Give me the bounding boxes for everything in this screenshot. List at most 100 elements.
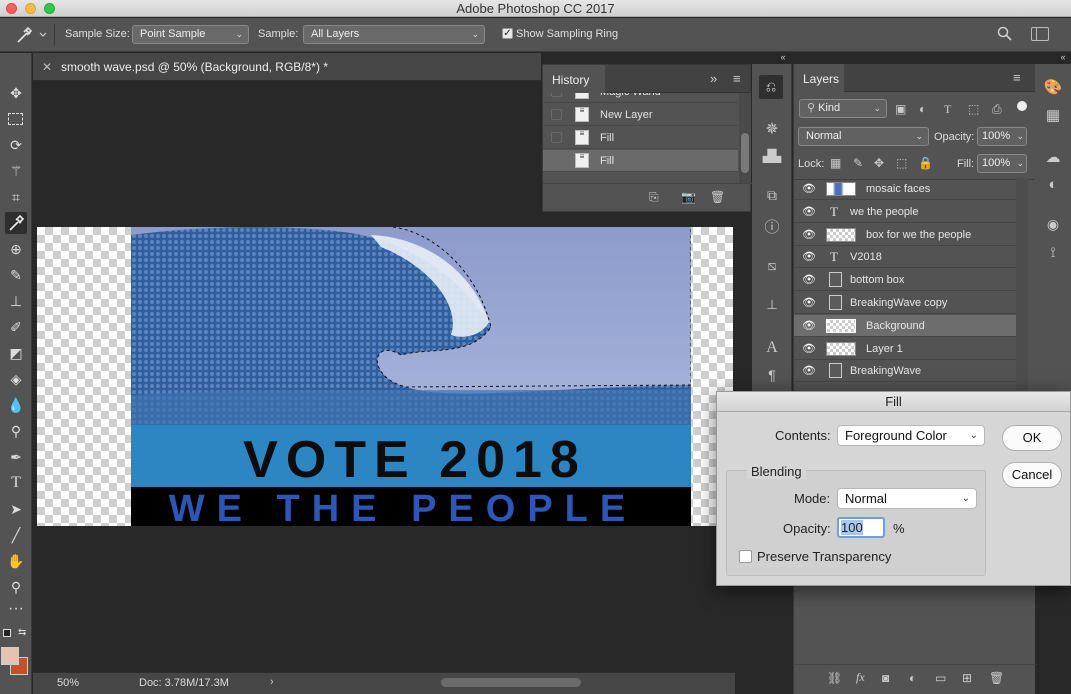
zoom-window-button[interactable] [44, 3, 55, 14]
swap-colors-icon[interactable]: ⇆ [18, 627, 26, 638]
crop-tool-icon[interactable]: ⌗ [5, 186, 27, 208]
visibility-eye-icon[interactable]: 👁 [802, 183, 816, 195]
history-scrollbar[interactable] [739, 93, 751, 183]
visibility-eye-icon[interactable]: 👁 [802, 297, 816, 309]
eraser-tool-icon[interactable]: ◩ [5, 342, 27, 364]
history-brush-tool-icon[interactable]: ✐ [5, 316, 27, 338]
camera-icon[interactable]: 📷 [681, 190, 696, 204]
sample-select[interactable]: All Layers ⌄ [303, 25, 485, 44]
history-snapshot-checkbox[interactable] [551, 93, 562, 97]
opacity-input[interactable]: 100 [837, 517, 885, 538]
history-snapshot-checkbox[interactable] [551, 109, 562, 120]
lock-artboard-icon[interactable]: ⬚ [896, 156, 907, 170]
expand-panel-icon[interactable]: » [710, 71, 717, 86]
fill-field[interactable]: 100% ⌄ [977, 154, 1027, 173]
layer-row[interactable]: 👁 BreakingWave [794, 360, 1016, 383]
filter-type-icon[interactable]: T [944, 102, 951, 117]
filter-pixel-icon[interactable]: ▣ [895, 102, 906, 116]
panel-menu-icon[interactable]: ≡ [733, 71, 741, 86]
cancel-button[interactable]: Cancel [1002, 462, 1062, 488]
workspace-icon[interactable] [1031, 27, 1049, 41]
trash-icon[interactable]: 🗑 [710, 190, 725, 204]
channels-icon[interactable]: ◉ [1043, 216, 1063, 233]
visibility-eye-icon[interactable]: 👁 [802, 365, 816, 377]
eyedropper-tool-icon[interactable] [5, 212, 27, 234]
clone-source-icon[interactable]: ⊥ [762, 297, 782, 313]
history-item[interactable]: ≡ Fill [543, 150, 738, 172]
ok-button[interactable]: OK [1002, 425, 1062, 451]
search-icon[interactable] [997, 26, 1013, 42]
visibility-eye-icon[interactable]: 👁 [802, 229, 816, 241]
sample-size-select[interactable]: Point Sample ⌄ [132, 25, 249, 44]
type-tool-icon[interactable]: T [5, 472, 27, 494]
line-tool-icon[interactable]: ╱ [5, 524, 27, 546]
layer-row[interactable]: 👁 Twe the people [794, 201, 1016, 223]
new-group-icon[interactable]: ▭ [935, 671, 946, 685]
clone-stamp-tool-icon[interactable]: ⊥ [5, 290, 27, 312]
new-layer-icon[interactable]: ⊞ [962, 671, 972, 685]
collapse-panels-icon[interactable]: « [777, 52, 789, 62]
preserve-transparency-checkbox[interactable] [739, 550, 752, 563]
new-document-from-state-icon[interactable]: ⎘ [649, 190, 659, 205]
visibility-eye-icon[interactable]: 👁 [802, 320, 816, 332]
mode-select[interactable]: Normal ⌄ [837, 488, 977, 509]
3d-icon[interactable]: ⧉ [762, 187, 782, 204]
layer-row[interactable]: 👁 mosaic faces [794, 178, 1016, 200]
blend-mode-select[interactable]: Normal ⌄ [798, 127, 929, 146]
paint-bucket-tool-icon[interactable]: ◈ [5, 368, 27, 390]
filter-smart-icon[interactable]: ⎙ [992, 102, 1002, 117]
pen-tool-icon[interactable]: ✒ [5, 446, 27, 468]
layer-row[interactable]: 👁 Layer 1 [794, 338, 1016, 360]
filter-shape-icon[interactable]: ⬚ [968, 102, 979, 116]
dodge-tool-icon[interactable]: ⚲ [5, 420, 27, 442]
layer-row[interactable]: 👁 bottom box [794, 269, 1016, 292]
layer-row[interactable]: 👁 T V2018 [794, 246, 1016, 269]
history-panel-icon[interactable]: ⎌ [759, 75, 783, 99]
layer-row[interactable]: 👁 box for we the people [794, 224, 1016, 246]
link-layers-icon[interactable]: ⛓ [827, 671, 842, 685]
history-snapshot-checkbox[interactable] [551, 155, 562, 166]
filter-adjustment-icon[interactable]: ◐ [919, 102, 926, 116]
fx-icon[interactable]: fx [856, 670, 865, 685]
move-tool-icon[interactable]: ✥ [5, 82, 27, 104]
layer-filter-select[interactable]: ⚲ Kind ⌄ [799, 99, 887, 118]
close-window-button[interactable] [6, 3, 17, 14]
character-icon[interactable]: A [762, 339, 782, 357]
visibility-eye-icon[interactable]: 👁 [802, 251, 816, 263]
close-document-icon[interactable]: ✕ [42, 60, 52, 74]
sampling-ring-checkbox[interactable]: ✓ [502, 28, 513, 39]
default-colors-icon[interactable] [3, 629, 11, 637]
trash-icon[interactable]: 🗑 [989, 671, 1004, 685]
contents-select[interactable]: Foreground Color ⌄ [837, 425, 985, 446]
info-icon[interactable]: ⓘ [762, 216, 782, 237]
more-tools-icon[interactable]: ··· [5, 601, 27, 624]
foreground-color-swatch[interactable] [1, 647, 19, 665]
zoom-tool-icon[interactable]: ⚲ [5, 576, 27, 598]
libraries-icon[interactable]: ☁ [1043, 148, 1063, 166]
styles-icon[interactable]: ⧅ [762, 257, 782, 274]
history-tab[interactable]: History [543, 65, 605, 93]
filter-toggle[interactable] [1017, 101, 1027, 111]
blur-tool-icon[interactable]: 💧 [5, 394, 27, 416]
minimize-window-button[interactable] [25, 3, 36, 14]
magic-wand-tool-icon[interactable]: ⚚ [5, 160, 27, 182]
lock-all-icon[interactable]: 🔒 [918, 156, 933, 170]
document-tab[interactable]: ✕ smooth wave.psd @ 50% (Background, RGB… [33, 53, 541, 81]
healing-brush-tool-icon[interactable]: ⊕ [5, 238, 27, 260]
swatches-icon[interactable]: ▦ [1043, 106, 1063, 124]
history-item[interactable]: ≡ New Layer [543, 104, 738, 126]
history-item[interactable]: ≡ Magic Wand [543, 93, 738, 103]
adjustment-layer-icon[interactable]: ◐ [909, 671, 916, 685]
history-snapshot-checkbox[interactable] [551, 132, 562, 143]
status-menu-icon[interactable]: › [270, 676, 274, 688]
lock-position-icon[interactable]: ✥ [874, 156, 884, 170]
navigator-icon[interactable]: ✵ [762, 119, 782, 139]
zoom-level[interactable]: 50% [57, 677, 79, 689]
document-canvas[interactable]: VOTE 2018 WE THE PEOPLE [37, 227, 733, 526]
color-icon[interactable]: 🎨 [1043, 78, 1063, 96]
add-mask-icon[interactable]: ◙ [882, 671, 889, 685]
lock-pixels-icon[interactable]: ✎ [853, 156, 863, 170]
histogram-icon[interactable]: ▟▙ [762, 149, 782, 163]
history-item[interactable]: ≡ Fill [543, 127, 738, 149]
layers-tab[interactable]: Layers [794, 64, 844, 92]
